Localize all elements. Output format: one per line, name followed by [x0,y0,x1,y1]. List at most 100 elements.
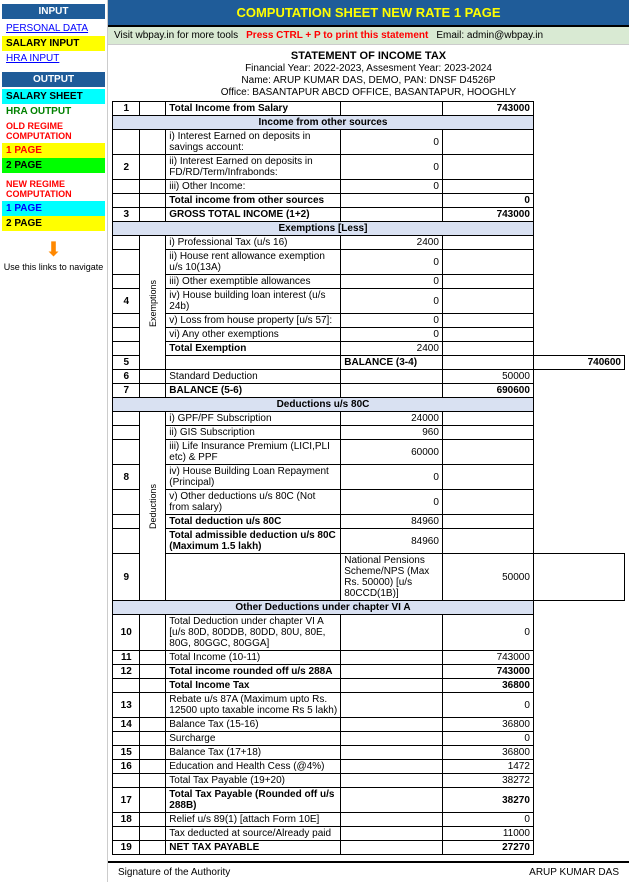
row-number: 5 [113,356,140,370]
row-right-value [442,342,533,356]
row-right-value: 740600 [533,356,624,370]
sidebar-item-new-page2[interactable]: 2 PAGE [2,216,105,231]
empty-cell [140,651,166,665]
row-label: NET TAX PAYABLE [166,841,341,855]
sidebar-item-personal-data[interactable]: PERSONAL DATA [2,21,105,36]
empty-cell [140,615,166,651]
empty-cell [140,102,166,116]
row-right-value [533,554,624,601]
row-mid-value [341,665,443,679]
table-row: Total deduction u/s 80C84960 [113,515,625,529]
footer-right: ARUP KUMAR DAS [529,867,619,878]
row-mid-value [341,827,443,841]
sidebar-item-salary-sheet[interactable]: SALARY SHEET [2,89,105,104]
empty-cell [140,208,166,222]
row-right-value [442,314,533,328]
row-mid-value [341,370,443,384]
table-row: Total income from other sources 0 [113,194,625,208]
table-row: Exemptionsi) Professional Tax (u/s 16)24… [113,236,625,250]
row-right-value [442,250,533,275]
row-right-value: 0 [442,194,533,208]
table-row: Other Deductions under chapter VI A [113,601,625,615]
table-row: Total Income Tax36800 [113,679,625,693]
row-right-value [442,130,533,155]
row-number: 12 [113,665,140,679]
row-number: 1 [113,102,140,116]
empty-cell [140,693,166,718]
table-row: 6Standard Deduction50000 [113,370,625,384]
income-tax-table: 1Total Income from Salary743000Income fr… [112,101,625,855]
table-row: 3GROSS TOTAL INCOME (1+2)743000 [113,208,625,222]
table-row: 11Total Income (10-11)743000 [113,651,625,665]
row-label: iii) Other Income: [166,180,341,194]
statement-content: STATEMENT OF INCOME TAX Financial Year: … [108,45,629,857]
sidebar-item-hra-output[interactable]: HRA OUTPUT [2,104,105,119]
table-row: 9National Pensions Scheme/NPS (Max Rs. 5… [113,554,625,601]
row-right-value [442,465,533,490]
table-row: 8iv) House Building Loan Repayment (Prin… [113,465,625,490]
row-mid-value [341,679,443,693]
row-right-value [442,426,533,440]
row-mid-value [341,746,443,760]
row-label: i) Interest Earned on deposits in saving… [166,130,341,155]
table-row: ii) House rent allowance exemption u/s 1… [113,250,625,275]
row-right-value [442,529,533,554]
row-number [113,426,140,440]
table-row: 18Relief u/s 89(1) [attach Form 10E]0 [113,813,625,827]
row-number [113,515,140,529]
row-right-value: 690600 [442,384,533,398]
row-mid-value [341,384,443,398]
row-mid-value: 0 [341,130,443,155]
row-right-value [442,289,533,314]
statement-office: Office: BASANTAPUR ABCD OFFICE, BASANTAP… [112,87,625,98]
row-mid-value: 0 [341,275,443,289]
row-mid-value: 2400 [341,236,443,250]
row-label: Total Income (10-11) [166,651,341,665]
sidebar-item-page1[interactable]: 1 PAGE [2,143,105,158]
row-right-value: 36800 [442,718,533,732]
statement-name-pan: Name: ARUP KUMAR DAS, DEMO, PAN: DNSF D4… [112,75,625,86]
row-mid-value [341,732,443,746]
sidebar-item-old-regime-computation[interactable]: OLD REGIME COMPUTATION [2,119,105,143]
row-mid-value: 0 [341,314,443,328]
row-label: Relief u/s 89(1) [attach Form 10E] [166,813,341,827]
empty-cell [140,827,166,841]
row-number: 2 [113,155,140,180]
row-mid-value: 84960 [341,529,443,554]
table-row: vi) Any other exemptions0 [113,328,625,342]
row-mid-value [341,841,443,855]
sidebar-item-hra-input[interactable]: HRA INPUT [2,51,105,66]
sidebar-item-page2[interactable]: 2 PAGE [2,158,105,173]
row-label: iii) Life Insurance Premium (LICI,PLI et… [166,440,341,465]
row-right-value [442,328,533,342]
table-row: 12Total income rounded off u/s 288A74300… [113,665,625,679]
row-mid-value: 84960 [341,515,443,529]
row-label: vi) Any other exemptions [166,328,341,342]
row-mid-value [341,194,443,208]
row-right-value [442,155,533,180]
sidebar: INPUT PERSONAL DATA SALARY INPUT HRA INP… [0,0,108,882]
row-label: GROSS TOTAL INCOME (1+2) [166,208,341,222]
row-mid-value [341,693,443,718]
sidebar-item-new-page1[interactable]: 1 PAGE [2,201,105,216]
row-label: Total Tax Payable (19+20) [166,774,341,788]
sidebar-item-new-regime-computation[interactable]: NEW REGIME COMPUTATION [2,177,105,201]
table-row: 10Total Deduction under chapter VI A [u/… [113,615,625,651]
row-label: i) GPF/PF Subscription [166,412,341,426]
row-right-value: 36800 [442,746,533,760]
row-number: 16 [113,760,140,774]
row-number [113,275,140,289]
row-number: 13 [113,693,140,718]
table-row: v) Loss from house property [u/s 57]:0 [113,314,625,328]
table-row: iii) Life Insurance Premium (LICI,PLI et… [113,440,625,465]
row-right-value: 0 [442,693,533,718]
row-mid-value: 0 [341,328,443,342]
row-mid-value [442,356,533,370]
row-label: Total income from other sources [166,194,341,208]
table-row: 4iv) House building loan interest (u/s 2… [113,289,625,314]
row-mid-value [341,788,443,813]
sidebar-item-salary-input[interactable]: SALARY INPUT [2,36,105,51]
table-row: v) Other deductions u/s 80C (Not from sa… [113,490,625,515]
row-number: 11 [113,651,140,665]
row-label: Balance Tax (15-16) [166,718,341,732]
